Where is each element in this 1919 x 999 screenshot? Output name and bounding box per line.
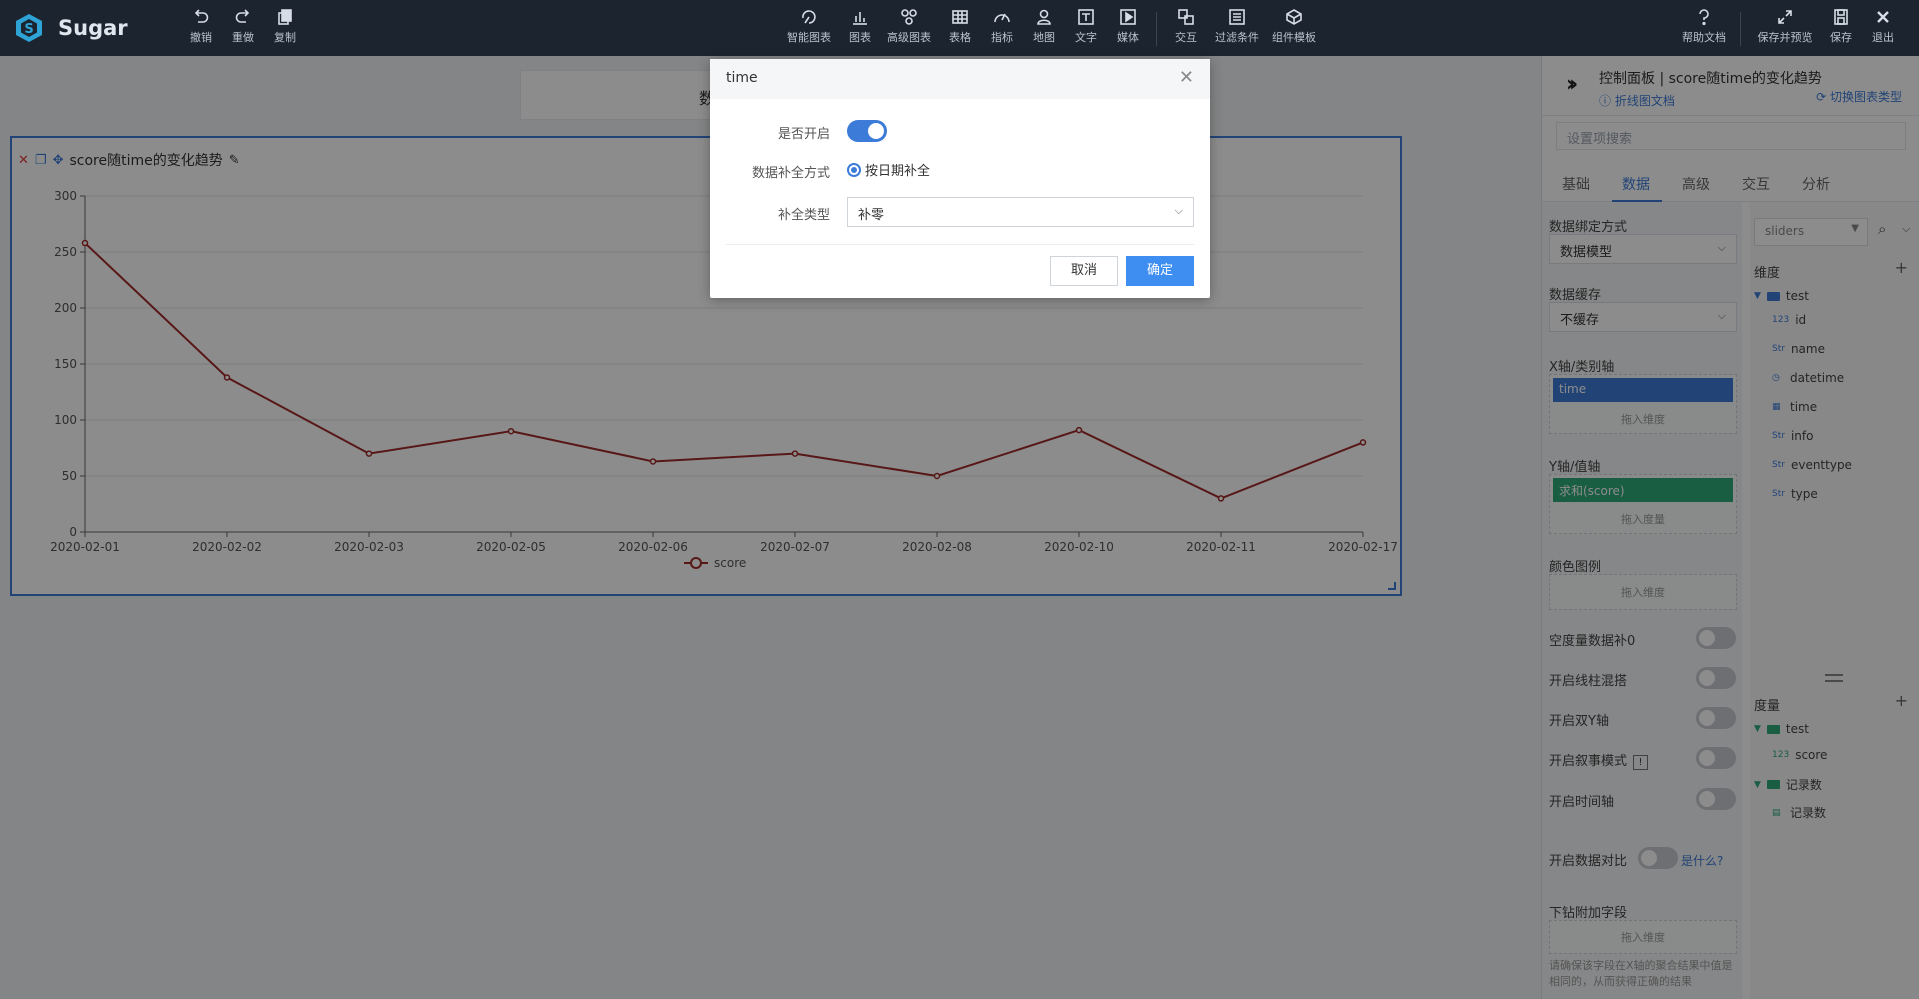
copy-button[interactable]: 复制 (261, 8, 309, 50)
copy-label: 复制 (274, 31, 296, 44)
exit-label: 退出 (1872, 31, 1894, 44)
filter-label: 过滤条件 (1215, 31, 1259, 44)
undo-button[interactable]: 撤销 (177, 8, 225, 50)
save-button[interactable]: 保存 (1817, 8, 1865, 50)
undo-label: 撤销 (190, 31, 212, 44)
chart-label: 图表 (849, 31, 871, 44)
media-icon (1120, 9, 1136, 25)
save-label: 保存 (1830, 31, 1852, 44)
chart-button[interactable]: 图表 (836, 8, 884, 50)
map-label: 地图 (1033, 31, 1055, 44)
media-label: 媒体 (1117, 31, 1139, 44)
indicator-label: 指标 (991, 31, 1013, 44)
advanced-chart-button[interactable]: 高级图表 (885, 8, 933, 50)
app-logo[interactable]: S Sugar (14, 12, 128, 44)
exit-icon (1877, 11, 1889, 23)
smart-chart-button[interactable]: 智能图表 (785, 8, 833, 50)
interaction-icon (1178, 9, 1194, 25)
sugar-logo-icon: S (16, 14, 42, 42)
toolbar-divider (1740, 12, 1741, 46)
indicator-button[interactable]: 指标 (978, 8, 1026, 50)
text-label: 文字 (1075, 31, 1097, 44)
cancel-button[interactable]: 取消 (1050, 256, 1118, 286)
table-icon (952, 10, 968, 24)
expand-icon (1778, 10, 1792, 24)
save-preview-label: 保存并预览 (1757, 31, 1813, 44)
component-template-button[interactable]: 组件模板 (1270, 8, 1318, 50)
undo-icon (194, 9, 209, 23)
advanced-chart-label: 高级图表 (887, 31, 931, 44)
copy-icon (278, 9, 292, 25)
confirm-button[interactable]: 确定 (1126, 256, 1194, 286)
interaction-label: 交互 (1175, 31, 1197, 44)
app-name: Sugar (58, 16, 128, 40)
smart-chart-icon (802, 10, 816, 24)
text-icon (1078, 9, 1094, 25)
component-template-icon (1286, 9, 1302, 25)
fill-type-label: 补全类型 (777, 208, 830, 223)
table-button[interactable]: 表格 (936, 8, 984, 50)
map-pin-icon (1037, 9, 1051, 25)
help-button[interactable]: 帮助文档 (1680, 8, 1728, 50)
dialog-title: time (726, 70, 758, 86)
filter-button[interactable]: 过滤条件 (1213, 8, 1261, 50)
smart-chart-label: 智能图表 (787, 31, 831, 44)
table-label: 表格 (949, 31, 971, 44)
media-button[interactable]: 媒体 (1104, 8, 1152, 50)
help-label: 帮助文档 (1682, 31, 1726, 44)
fill-type-select[interactable]: 补零 ⌵ (847, 197, 1194, 227)
map-button[interactable]: 地图 (1020, 8, 1068, 50)
radio-selected-icon (847, 162, 861, 177)
redo-icon (235, 9, 250, 23)
time-fill-dialog: time ✕ 是否开启 数据补全方式 按日期补全 补全类型 补零 ⌵ 取消 确定 (710, 59, 1210, 298)
fill-method-radio[interactable]: 按日期补全 (847, 160, 930, 179)
filter-icon (1229, 9, 1245, 25)
component-template-label: 组件模板 (1272, 31, 1316, 44)
bar-chart-icon (853, 12, 867, 25)
exit-button[interactable]: 退出 (1859, 8, 1907, 50)
advanced-chart-icon (901, 9, 917, 25)
enable-label: 是否开启 (777, 127, 830, 142)
fill-method-label: 数据补全方式 (751, 166, 830, 181)
gauge-icon (994, 13, 1010, 23)
redo-label: 重做 (232, 31, 254, 44)
top-toolbar: S Sugar 撤销 重做 复制 智能图表 图表 高级图表 表格 指标 地图 文… (0, 0, 1919, 56)
fill-type-value: 补零 (858, 208, 885, 223)
save-icon (1834, 9, 1848, 25)
fill-method-value: 按日期补全 (865, 164, 931, 179)
redo-button[interactable]: 重做 (219, 8, 267, 50)
help-icon (1699, 9, 1709, 26)
dialog-divider (726, 244, 1194, 245)
svg-text:S: S (24, 22, 33, 37)
enable-switch[interactable] (847, 120, 887, 142)
chevron-down-icon: ⌵ (1174, 204, 1183, 217)
text-button[interactable]: 文字 (1062, 8, 1110, 50)
interaction-button[interactable]: 交互 (1162, 8, 1210, 50)
close-icon[interactable]: ✕ (1179, 67, 1194, 88)
dialog-header: time ✕ (710, 59, 1210, 99)
save-preview-button[interactable]: 保存并预览 (1758, 8, 1813, 50)
toolbar-divider (1156, 12, 1157, 46)
